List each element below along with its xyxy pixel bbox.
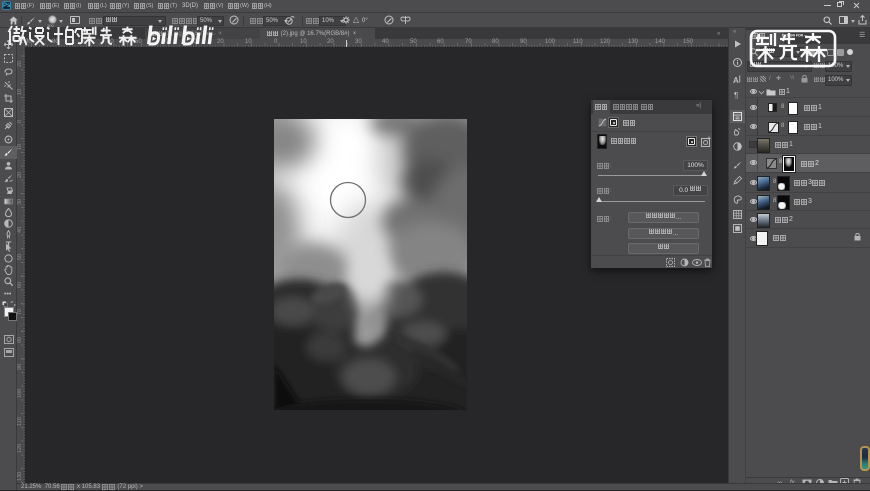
svg-text:DESIGN FOR —: DESIGN FOR —	[782, 34, 808, 38]
